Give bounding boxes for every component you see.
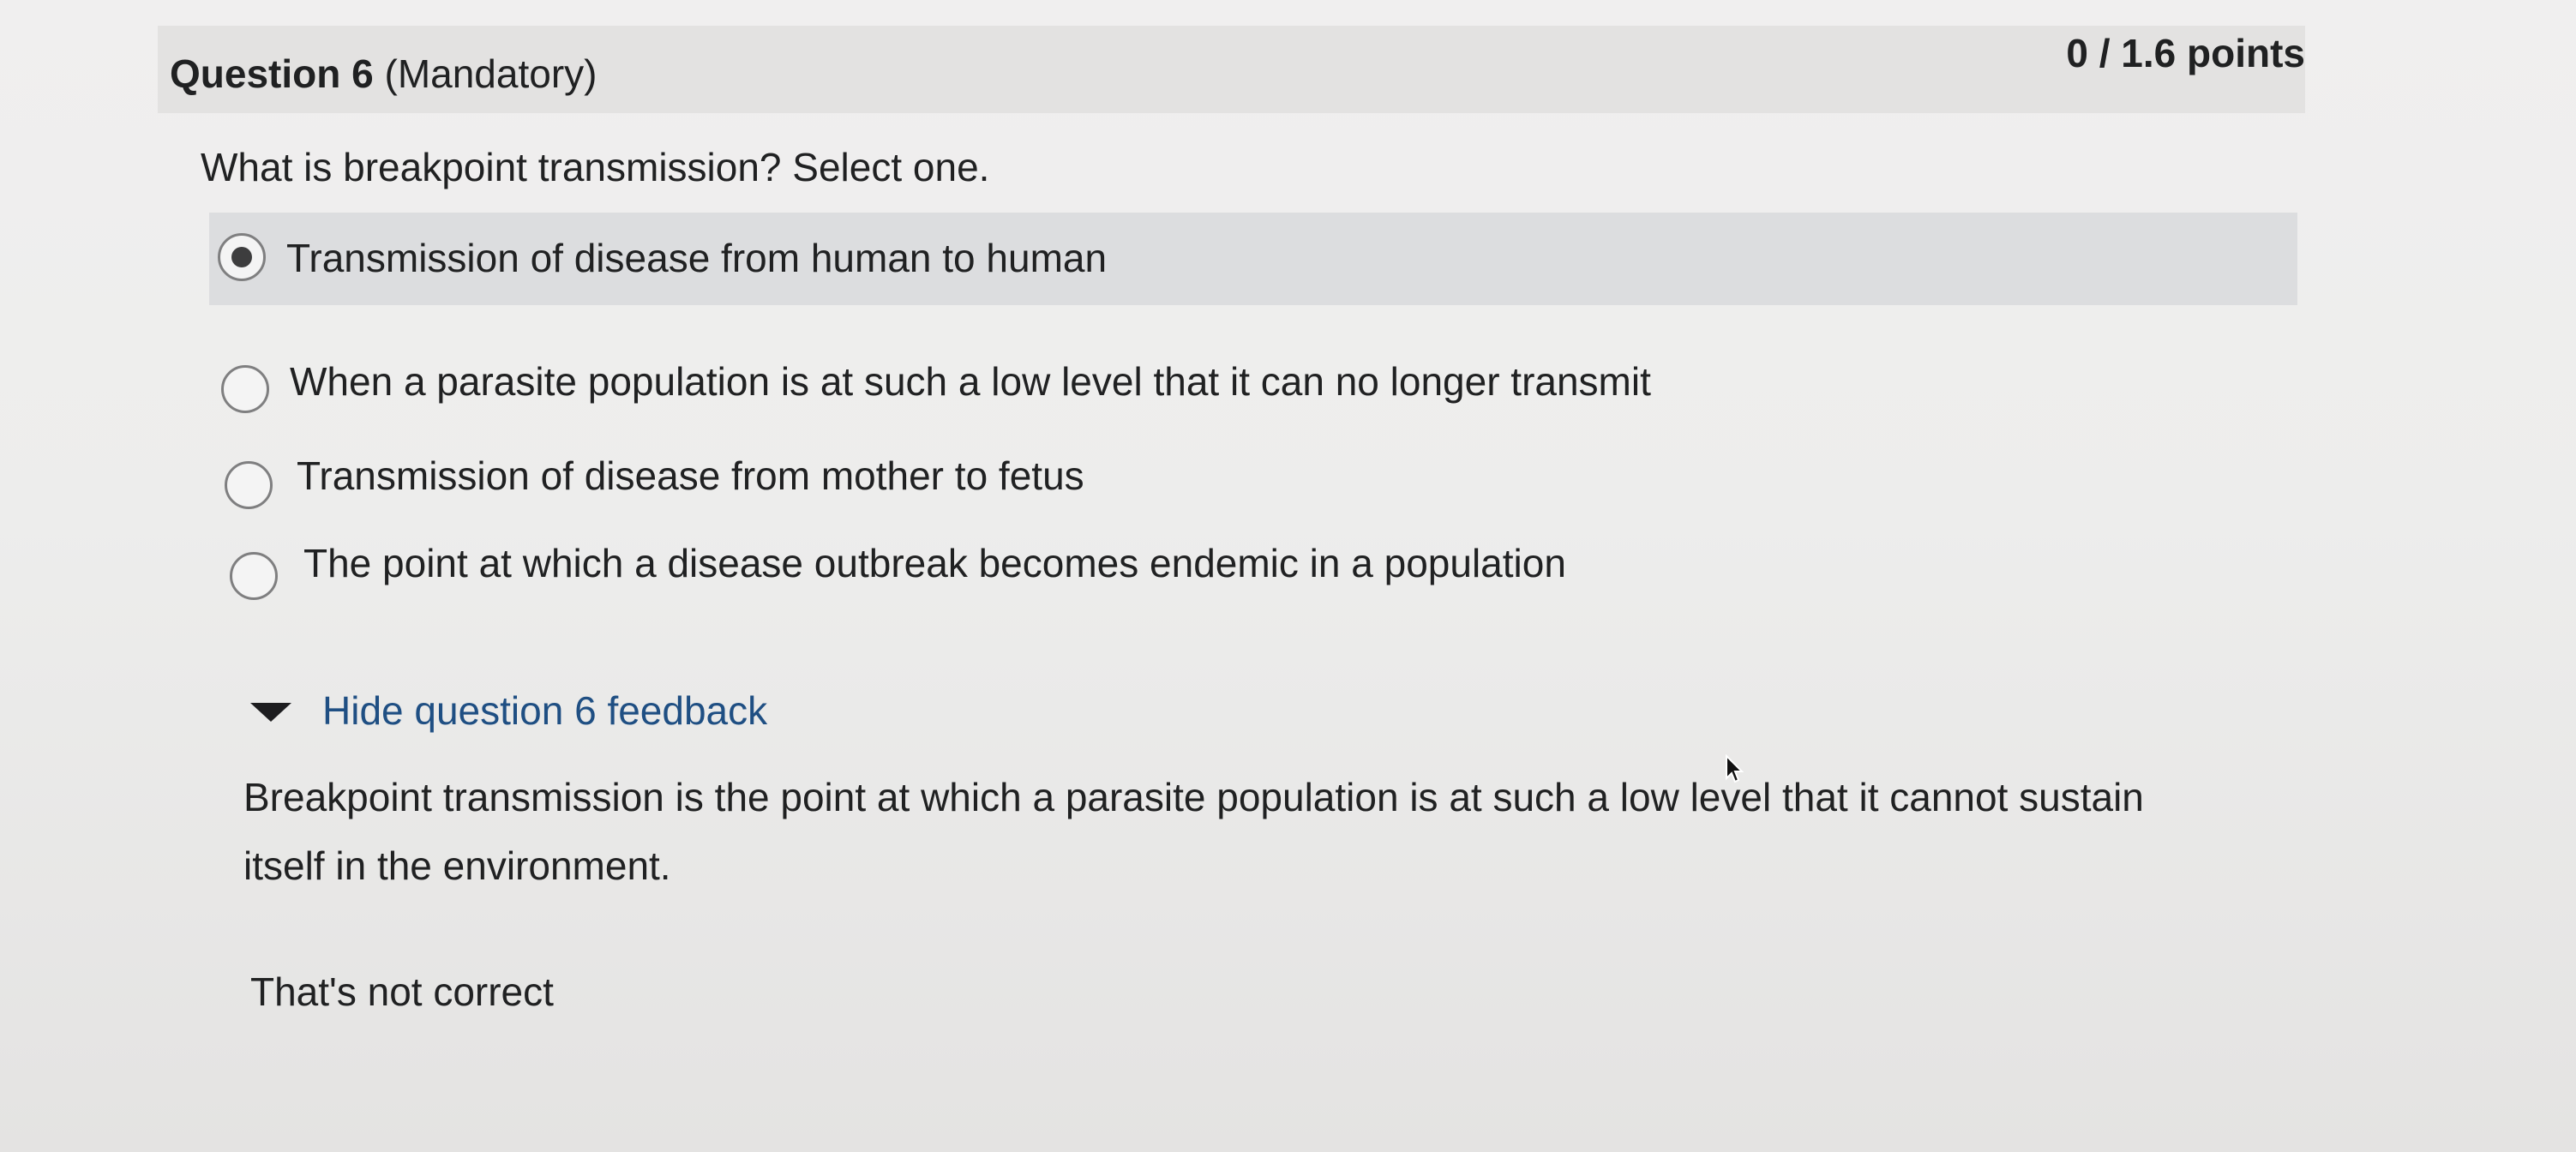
question-title: Question 6 (Mandatory) <box>170 48 597 99</box>
hide-feedback-link[interactable]: Hide question 6 feedback <box>322 686 767 735</box>
choice-option-1[interactable]: Transmission of disease from human to hu… <box>209 213 2297 305</box>
radio-button[interactable] <box>225 461 273 509</box>
quiz-page: Question 6 (Mandatory) 0 / 1.6 points Wh… <box>0 0 2576 1152</box>
answer-status: That's not correct <box>250 969 554 1014</box>
question-prompt: What is breakpoint transmission? Select … <box>201 145 990 189</box>
choice-label: The point at which a disease outbreak be… <box>303 541 1566 585</box>
radio-button[interactable] <box>230 552 278 600</box>
choice-option-4[interactable]: The point at which a disease outbreak be… <box>209 535 2297 627</box>
radio-button-selected[interactable] <box>218 233 266 281</box>
question-header: Question 6 (Mandatory) 0 / 1.6 points <box>158 26 2305 113</box>
choice-label: Transmission of disease from mother to f… <box>297 453 1084 498</box>
radio-dot-icon <box>231 247 252 267</box>
question-points: 0 / 1.6 points <box>2066 31 2305 75</box>
feedback-text: Breakpoint transmission is the point at … <box>243 775 2144 888</box>
choice-option-2[interactable]: When a parasite population is at such a … <box>209 345 2297 437</box>
choice-label: When a parasite population is at such a … <box>290 359 1651 404</box>
caret-down-icon <box>250 703 291 722</box>
choice-label: Transmission of disease from human to hu… <box>286 236 1108 280</box>
mouse-pointer-icon <box>1726 754 1744 783</box>
question-number: Question 6 <box>170 51 374 96</box>
hide-feedback-toggle[interactable]: Hide question 6 feedback <box>250 682 850 742</box>
question-qualifier: (Mandatory) <box>384 51 597 96</box>
radio-button[interactable] <box>221 365 269 413</box>
choice-option-3[interactable]: Transmission of disease from mother to f… <box>209 441 2297 533</box>
